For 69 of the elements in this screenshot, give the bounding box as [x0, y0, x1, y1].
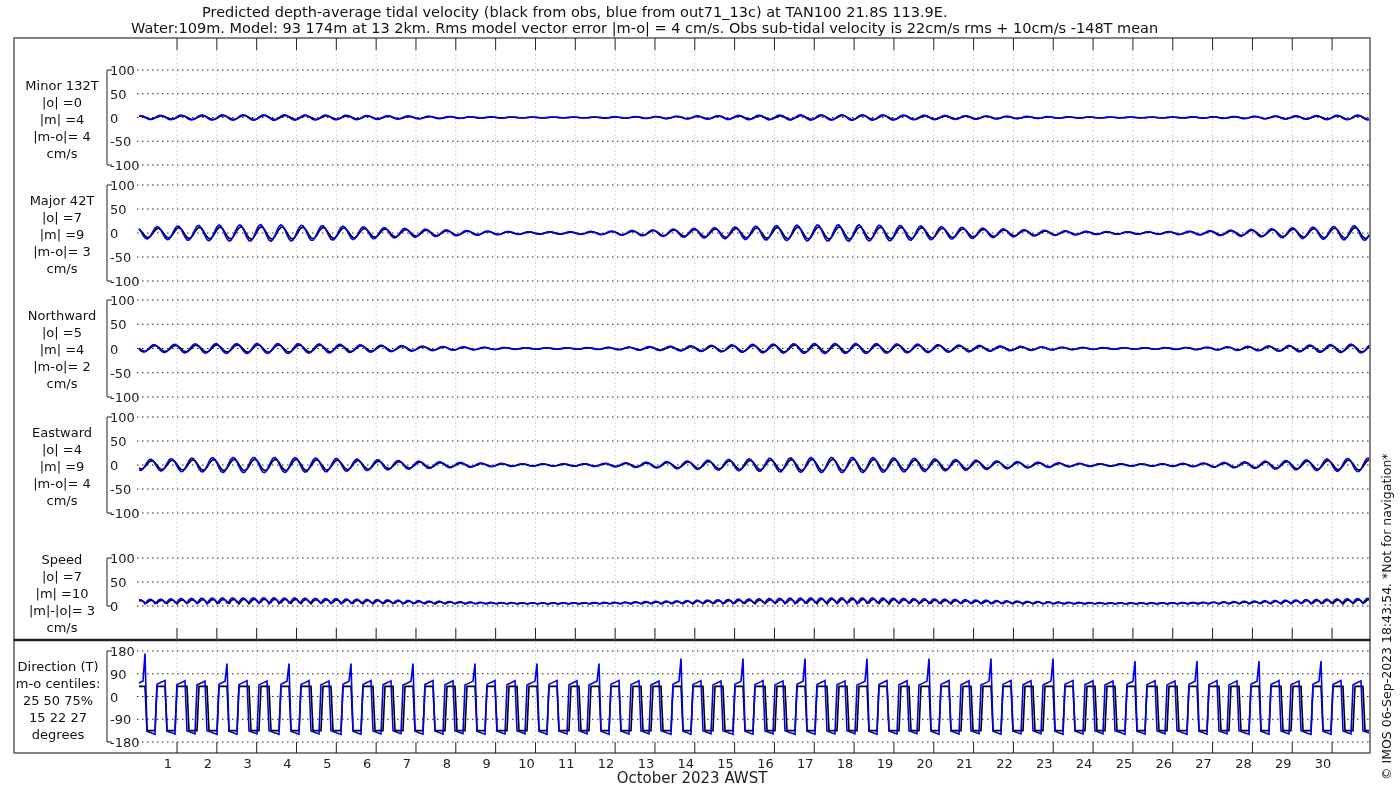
- axis-tick-label: -180: [110, 735, 140, 750]
- axis-tick-label: 24: [1075, 756, 1093, 771]
- axis-tick-label: 13: [637, 756, 655, 771]
- axis-tick-label: 0: [110, 226, 119, 241]
- axis-tick-label: -100: [110, 274, 140, 289]
- axis-tick-label: 30: [1314, 756, 1332, 771]
- axis-tick-label: 26: [1155, 756, 1172, 771]
- axis-tick-label: 6: [363, 756, 372, 771]
- axis-tick-label: 50: [110, 317, 127, 333]
- axis-tick-label: 11: [558, 756, 575, 771]
- axis-tick-label: 90: [110, 666, 127, 682]
- axis-tick-label: 0: [110, 110, 119, 126]
- axis-tick-label: 50: [110, 575, 127, 590]
- axis-tick-label: 7: [402, 756, 412, 771]
- axis-tick-label: 8: [442, 756, 451, 771]
- axis-tick-label: 100: [110, 551, 135, 566]
- credit-text: © IMOS 06-Sep-2023 18:43:54. *Not for navigation*: [1379, 453, 1394, 780]
- axis-tick-label: 2: [203, 756, 212, 771]
- axis-tick-label: -50: [110, 250, 132, 265]
- axis-tick-label: 25: [1115, 756, 1133, 771]
- axis-tick-label: 21: [956, 756, 973, 771]
- panel-label: Speed |o| =7 |m| =10 |m|-|o|= 3 cm/s: [28, 552, 96, 635]
- panel-label: Minor 132T |o| =0 |m| =4 |m-o|= 4 cm/s: [25, 78, 99, 161]
- axis-tick-label: 50: [110, 202, 127, 217]
- axis-tick-label: -100: [110, 390, 140, 405]
- axis-tick-label: 18: [836, 756, 854, 771]
- axis-tick-label: 0: [110, 689, 119, 705]
- axis-tick-label: 16: [757, 756, 774, 771]
- chart-title: Water:109m. Model: 93 174m at 13 2km. Rms model vector error |m-o| = 4 cm/s. Obs sub-tidal velocity is 22cm/s rms + 10cm/s -148T mean: [131, 20, 1159, 36]
- axis-tick-label: 100: [110, 410, 135, 425]
- axis-tick-label: 23: [1036, 756, 1053, 771]
- axis-tick-label: 3: [243, 756, 252, 771]
- axis-tick-label: 9: [482, 756, 491, 771]
- axis-tick-label: 100: [110, 178, 135, 193]
- axis-tick-label: 22: [996, 756, 1013, 771]
- panel-label: Direction (T) m-o centiles: 25 50 75% 15 22 27 degrees: [15, 659, 101, 742]
- axis-tick-label: -100: [110, 506, 140, 521]
- axis-tick-label: 100: [110, 63, 135, 78]
- chart-title: Predicted depth-average tidal velocity (black from obs, blue from out71_13c) at TAN100 21.8S 113.9E.: [202, 4, 948, 20]
- axis-tick-label: 4: [283, 756, 292, 771]
- axis-tick-label: 50: [110, 86, 127, 102]
- panel-label: Northward |o| =5 |m| =4 |m-o|= 2 cm/s: [27, 308, 97, 391]
- axis-tick-label: 14: [677, 756, 695, 771]
- axis-tick-label: 0: [110, 341, 119, 357]
- axis-tick-label: 29: [1274, 756, 1292, 771]
- axis-title: October 2023 AWST: [616, 769, 768, 787]
- axis-tick-label: 12: [597, 756, 615, 771]
- axis-tick-label: 15: [717, 756, 734, 771]
- axis-tick-label: -90: [110, 712, 132, 728]
- axis-tick-label: -100: [110, 158, 140, 173]
- axis-tick-label: 0: [110, 599, 119, 614]
- axis-tick-label: 0: [110, 458, 119, 473]
- axis-tick-label: -50: [110, 134, 132, 150]
- y-axis: [106, 557, 113, 607]
- axis-tick-label: 28: [1235, 756, 1252, 771]
- axis-tick-label: -50: [110, 365, 132, 381]
- axis-tick-label: 19: [876, 756, 894, 771]
- axis-tick-label: 20: [916, 756, 934, 771]
- axis-tick-label: 5: [323, 756, 332, 771]
- axis-tick-label: 27: [1195, 756, 1212, 771]
- axis-tick-label: 17: [797, 756, 814, 771]
- axis-tick-label: 10: [518, 756, 535, 771]
- panel-label: Eastward |o| =4 |m| =9 |m-o|= 4 cm/s: [32, 425, 92, 508]
- axis-tick-label: 100: [110, 293, 135, 308]
- axis-tick-label: 1: [163, 756, 173, 771]
- panel-label: Major 42T |o| =7 |m| =9 |m-o|= 3 cm/s: [29, 193, 95, 276]
- axis-tick-label: 180: [110, 644, 135, 659]
- axis-tick-label: -50: [110, 482, 132, 497]
- axis-tick-label: 50: [110, 434, 127, 449]
